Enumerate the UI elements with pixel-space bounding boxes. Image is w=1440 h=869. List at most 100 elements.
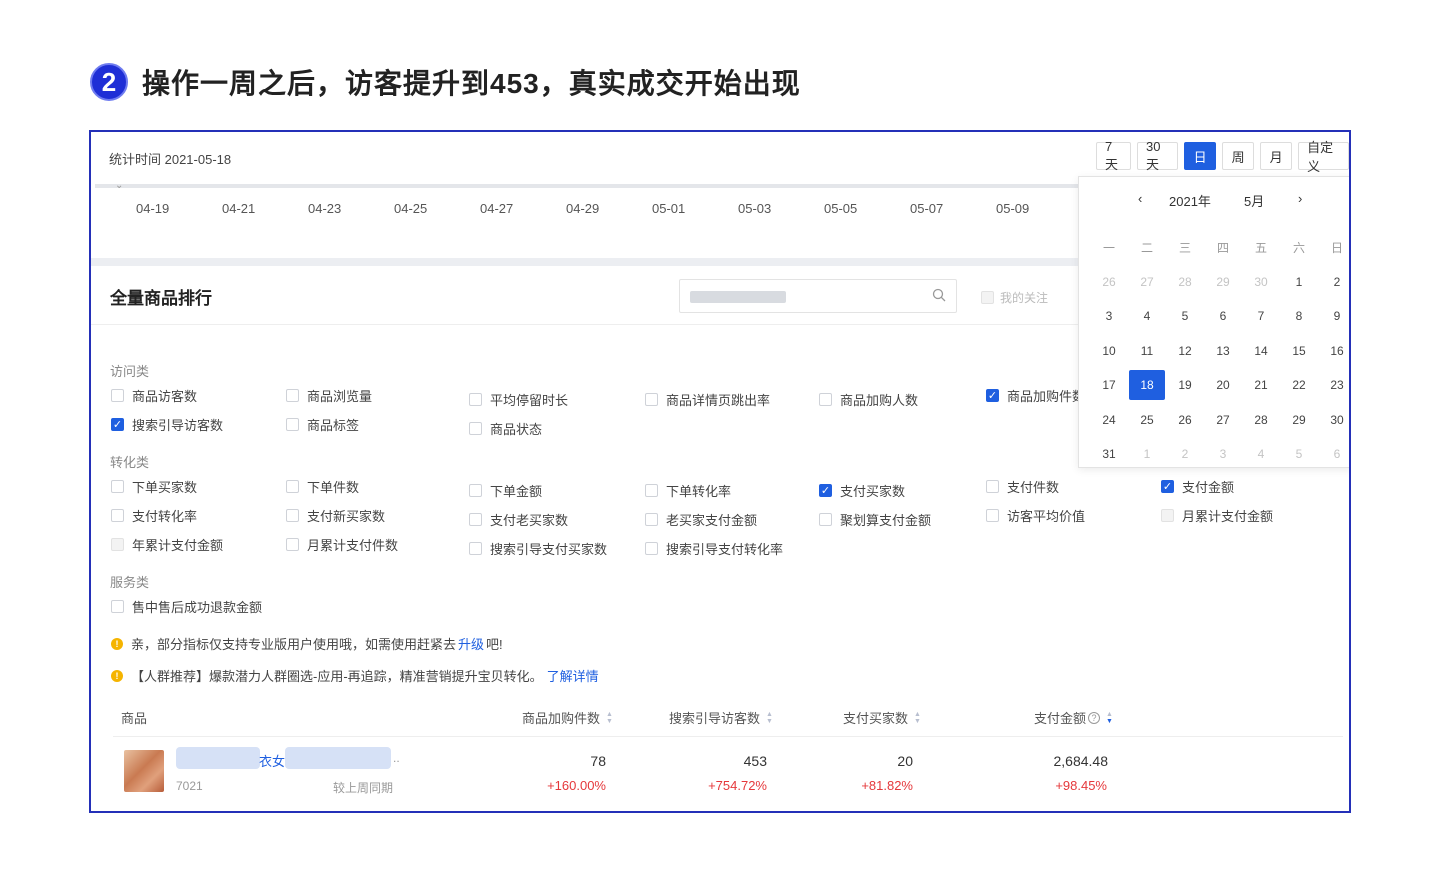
calendar-day[interactable]: 10 — [1090, 334, 1128, 369]
next-month-icon[interactable]: › — [1298, 191, 1302, 206]
calendar-day[interactable]: 17 — [1090, 368, 1128, 403]
sort-icon[interactable]: ▲ ▼ — [606, 711, 613, 725]
calendar-day[interactable]: 28 — [1166, 265, 1204, 300]
timeline-handle-icon[interactable]: ⌄ — [115, 180, 123, 191]
checkbox-icon[interactable] — [645, 542, 658, 555]
metric-checkbox[interactable]: 商品浏览量 — [286, 386, 372, 405]
calendar-day[interactable]: 7 — [1242, 299, 1280, 334]
product-search-input[interactable] — [679, 279, 957, 313]
metric-checkbox[interactable]: 商品状态 — [469, 419, 542, 438]
metric-checkbox[interactable]: 月累计支付金额 — [1161, 506, 1273, 525]
calendar-day[interactable]: 30 — [1242, 265, 1280, 300]
checkbox-icon[interactable] — [986, 480, 999, 493]
learn-more-link[interactable]: 了解详情 — [547, 666, 599, 685]
checkbox-icon[interactable] — [111, 509, 124, 522]
metric-checkbox[interactable]: 平均停留时长 — [469, 390, 568, 409]
calendar-day[interactable]: 26 — [1166, 403, 1204, 438]
timeline-track[interactable] — [95, 184, 1165, 188]
calendar-day[interactable]: 4 — [1128, 299, 1166, 334]
checkbox-icon[interactable] — [819, 513, 832, 526]
sort-icon[interactable]: ▲ ▼ — [1106, 711, 1113, 725]
calendar-day[interactable]: 13 — [1204, 334, 1242, 369]
range-custom-button[interactable]: 自定义 — [1298, 140, 1349, 174]
col-header-search-visitors[interactable]: 搜索引导访客数 ▲ ▼ — [669, 708, 773, 727]
calendar-day[interactable]: 12 — [1166, 334, 1204, 369]
checkbox-icon[interactable] — [1161, 480, 1174, 493]
metric-checkbox[interactable]: 下单件数 — [286, 477, 359, 496]
calendar-day[interactable]: 27 — [1204, 403, 1242, 438]
checkbox-icon[interactable] — [819, 393, 832, 406]
metric-checkbox[interactable]: 商品访客数 — [111, 386, 197, 405]
calendar-day[interactable]: 19 — [1166, 368, 1204, 403]
checkbox-icon[interactable] — [469, 393, 482, 406]
calendar-day[interactable]: 8 — [1280, 299, 1318, 334]
metric-checkbox[interactable]: 商品标签 — [286, 415, 359, 434]
sort-icon[interactable]: ▲ ▼ — [766, 711, 773, 725]
calendar-day[interactable]: 26 — [1090, 265, 1128, 300]
metric-checkbox[interactable]: 聚划算支付金额 — [819, 510, 931, 529]
col-header-pay-amount[interactable]: 支付金额? ▲ ▼ — [1034, 708, 1113, 727]
checkbox-icon[interactable] — [645, 484, 658, 497]
metric-checkbox[interactable]: 支付件数 — [986, 477, 1059, 496]
metric-checkbox[interactable]: 访客平均价值 — [986, 506, 1085, 525]
checkbox-icon[interactable] — [981, 291, 994, 304]
checkbox-icon[interactable] — [286, 480, 299, 493]
metric-checkbox[interactable]: 搜索引导支付买家数 — [469, 539, 607, 558]
range-7d-button[interactable]: 7天 — [1096, 139, 1132, 172]
help-icon[interactable]: ? — [1088, 711, 1101, 724]
range-30d-button[interactable]: 30天 — [1137, 139, 1179, 172]
product-name-blurred[interactable] — [176, 747, 260, 769]
checkbox-icon[interactable] — [111, 600, 124, 613]
checkbox-icon[interactable] — [986, 509, 999, 522]
calendar-day[interactable]: 1 — [1280, 265, 1318, 300]
range-month-button[interactable]: 月 — [1260, 142, 1293, 170]
metric-checkbox[interactable]: 搜索引导访客数 — [111, 415, 223, 434]
metric-checkbox[interactable]: 下单买家数 — [111, 477, 197, 496]
checkbox-icon[interactable] — [469, 513, 482, 526]
checkbox-icon[interactable] — [469, 422, 482, 435]
metric-checkbox[interactable]: 下单金额 — [469, 481, 542, 500]
calendar-day-selected[interactable]: 18 — [1128, 368, 1166, 403]
calendar-day[interactable]: 16 — [1318, 334, 1349, 369]
metric-checkbox[interactable]: 支付买家数 — [819, 481, 905, 500]
metric-checkbox[interactable]: 支付新买家数 — [286, 506, 385, 525]
checkbox-icon[interactable] — [111, 480, 124, 493]
metric-checkbox[interactable]: 支付转化率 — [111, 506, 197, 525]
checkbox-icon[interactable] — [286, 389, 299, 402]
checkbox-icon[interactable] — [111, 538, 124, 551]
metric-checkbox[interactable]: 老买家支付金额 — [645, 510, 757, 529]
sort-icon[interactable]: ▲ ▼ — [914, 711, 921, 725]
my-follow-checkbox[interactable]: 我的关注 — [981, 289, 1048, 306]
prev-month-icon[interactable]: ‹ — [1138, 191, 1142, 206]
calendar-day[interactable]: 9 — [1318, 299, 1349, 334]
calendar-day[interactable]: 3 — [1204, 437, 1242, 472]
metric-checkbox[interactable]: 下单转化率 — [645, 481, 731, 500]
product-thumbnail[interactable] — [124, 750, 164, 792]
calendar-day[interactable]: 14 — [1242, 334, 1280, 369]
calendar-day[interactable]: 27 — [1128, 265, 1166, 300]
checkbox-icon[interactable] — [1161, 509, 1174, 522]
metric-checkbox[interactable]: 商品加购件数 — [986, 386, 1085, 405]
product-name[interactable]: 衣女 — [259, 751, 285, 770]
checkbox-icon[interactable] — [111, 389, 124, 402]
calendar-day[interactable]: 30 — [1318, 403, 1349, 438]
calendar-day[interactable]: 20 — [1204, 368, 1242, 403]
calendar-day[interactable]: 6 — [1204, 299, 1242, 334]
metric-checkbox[interactable]: 售中售后成功退款金额 — [111, 597, 262, 616]
checkbox-icon[interactable] — [469, 484, 482, 497]
range-week-button[interactable]: 周 — [1222, 142, 1255, 170]
checkbox-icon[interactable] — [986, 389, 999, 402]
calendar-day[interactable]: 6 — [1318, 437, 1349, 472]
calendar-day[interactable]: 29 — [1280, 403, 1318, 438]
calendar-year[interactable]: 2021年 — [1169, 191, 1211, 210]
metric-checkbox[interactable]: 支付金额 — [1161, 477, 1234, 496]
calendar-day[interactable]: 1 — [1128, 437, 1166, 472]
search-icon[interactable] — [932, 288, 946, 302]
calendar-day[interactable]: 24 — [1090, 403, 1128, 438]
checkbox-icon[interactable] — [286, 538, 299, 551]
calendar-day[interactable]: 5 — [1280, 437, 1318, 472]
calendar-day[interactable]: 2 — [1318, 265, 1349, 300]
checkbox-icon[interactable] — [469, 542, 482, 555]
calendar-day[interactable]: 28 — [1242, 403, 1280, 438]
calendar-day[interactable]: 2 — [1166, 437, 1204, 472]
